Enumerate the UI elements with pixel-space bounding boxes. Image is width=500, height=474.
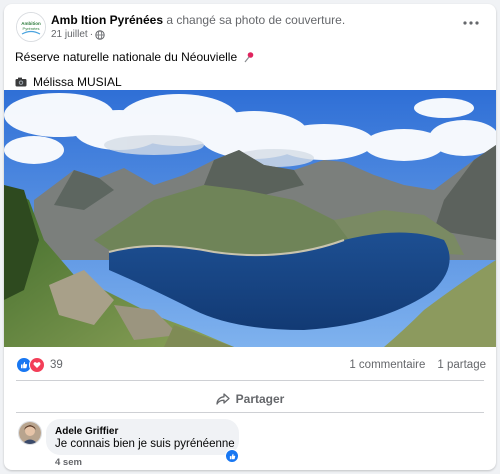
page-name-link[interactable]: Amb Ition Pyrénées bbox=[51, 13, 163, 27]
post-card: Ambition Pyrénées Amb Ition Pyrénées a c… bbox=[4, 4, 496, 470]
divider-bottom bbox=[16, 412, 484, 413]
post-caption: Réserve naturelle nationale du Néouviell… bbox=[15, 49, 255, 90]
comments-count-link[interactable]: 1 commentaire bbox=[349, 359, 425, 371]
caption-photographer: Mélissa MUSIAL bbox=[33, 75, 122, 89]
page-logo-icon: Ambition Pyrénées bbox=[17, 13, 45, 41]
commenter-photo-icon bbox=[19, 422, 41, 444]
globe-icon bbox=[95, 29, 105, 40]
shares-count-link[interactable]: 1 partage bbox=[437, 359, 486, 371]
reactions-count[interactable]: 39 bbox=[50, 359, 63, 371]
page-avatar[interactable]: Ambition Pyrénées bbox=[16, 12, 46, 42]
post-date[interactable]: 21 juillet bbox=[51, 29, 88, 40]
more-options-button[interactable] bbox=[460, 14, 482, 32]
comment-text: Je connais bien je suis pyrénéenne bbox=[55, 438, 235, 450]
svg-text:Pyrénées: Pyrénées bbox=[23, 26, 40, 31]
post-meta: 21 juillet · bbox=[51, 29, 105, 40]
love-icon bbox=[29, 357, 45, 373]
pushpin-icon bbox=[244, 52, 254, 63]
cover-photo[interactable] bbox=[4, 90, 496, 347]
post-header: Amb Ition Pyrénées a changé sa photo de … bbox=[51, 13, 345, 27]
camera-icon bbox=[15, 77, 27, 87]
divider-top bbox=[16, 380, 484, 381]
caption-line-1: Réserve naturelle nationale du Néouviell… bbox=[15, 49, 255, 65]
more-horizontal-icon bbox=[463, 21, 479, 25]
reaction-icons[interactable] bbox=[16, 357, 45, 373]
comment-timestamp[interactable]: 4 sem bbox=[55, 457, 82, 468]
comment-like-icon[interactable] bbox=[225, 449, 239, 463]
post-action-text: a changé sa photo de couverture. bbox=[166, 13, 346, 27]
comment-bubble: Adele Griffier Je connais bien je suis p… bbox=[46, 419, 239, 455]
share-button[interactable]: Partager bbox=[16, 384, 484, 414]
commenter-avatar[interactable] bbox=[18, 421, 42, 445]
caption-location-text: Réserve naturelle nationale du Néouviell… bbox=[15, 50, 238, 64]
share-arrow-icon bbox=[215, 393, 230, 405]
share-label: Partager bbox=[235, 392, 285, 406]
comment-author-link[interactable]: Adele Griffier bbox=[55, 426, 118, 437]
caption-line-2: Mélissa MUSIAL bbox=[15, 74, 255, 90]
reactions-row: 39 1 commentaire 1 partage bbox=[16, 356, 486, 374]
landscape-image bbox=[4, 90, 496, 347]
